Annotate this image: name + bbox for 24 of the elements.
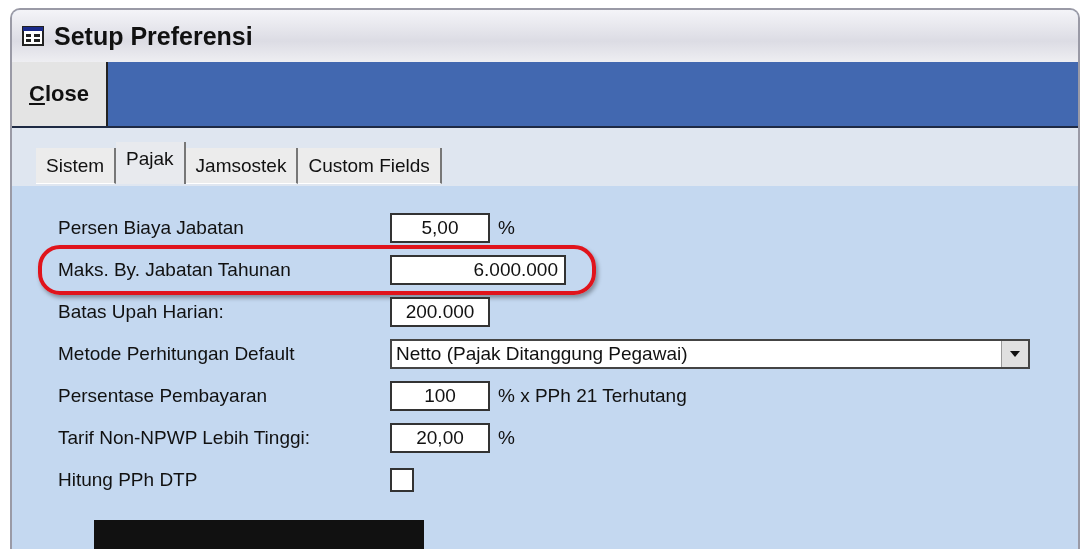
input-field[interactable]: 100 [390,381,490,411]
unit-label: % [498,427,515,449]
window-icon [22,26,44,46]
input-field[interactable]: 200.000 [390,297,490,327]
window-title: Setup Preferensi [54,21,253,51]
close-button[interactable]: Close [12,62,108,126]
field-label: Maks. By. Jabatan Tahunan [58,259,292,281]
input-field[interactable]: 20,00 [390,423,490,453]
tab[interactable]: Pajak [116,142,186,184]
unit-label: % x PPh 21 Terhutang [498,385,687,407]
tab[interactable]: Sistem [36,148,117,184]
tab[interactable]: Custom Fields [298,148,442,184]
field-label: Metode Perhitungan Default [58,343,296,365]
field-label: Persen Biaya Jabatan [58,217,245,239]
unit-label: % [498,217,515,239]
tab[interactable]: Jamsostek [185,148,299,184]
field-label: Persentase Pembayaran [58,385,269,407]
field-label: Batas Upah Harian: [58,301,225,323]
input-field[interactable]: 5,00 [390,213,490,243]
checkbox[interactable] [390,468,414,492]
field-label: Hitung PPh DTP [58,469,199,491]
dropdown[interactable]: Netto (Pajak Ditanggung Pegawai) [390,339,1030,369]
input-field[interactable]: 6.000.000 [390,255,566,285]
field-label: Tarif Non-NPWP Lebih Tinggi: [58,427,312,449]
